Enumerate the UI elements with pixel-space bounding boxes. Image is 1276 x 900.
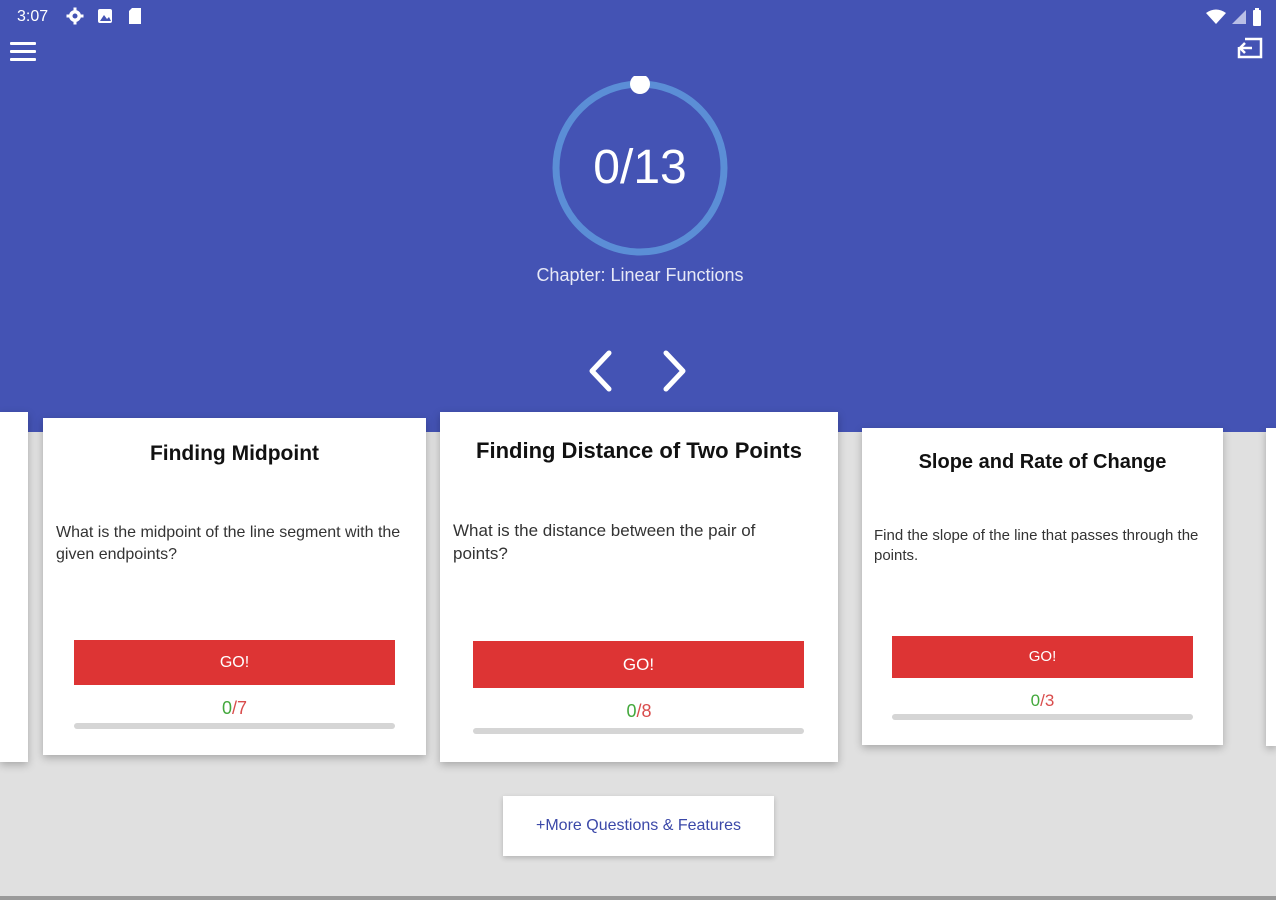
card-progress-bar xyxy=(473,728,804,734)
card-score: 0/3 xyxy=(862,691,1223,711)
card-title: Finding Distance of Two Points xyxy=(476,438,802,463)
card-title: Slope and Rate of Change xyxy=(918,451,1167,473)
score-total: 8 xyxy=(641,701,652,721)
lesson-card-distance: Finding Distance of Two Points What is t… xyxy=(440,412,838,762)
sd-card-icon xyxy=(126,7,144,25)
photo-notification-icon xyxy=(96,7,114,25)
go-button[interactable]: GO! xyxy=(892,636,1193,678)
partial-card-left[interactable] xyxy=(0,412,28,762)
chapter-title: Chapter: Linear Functions xyxy=(536,265,744,285)
score-done: 0 xyxy=(626,701,637,721)
progress-count: 0/13 xyxy=(593,141,687,194)
bottom-divider xyxy=(0,896,1276,900)
card-score: 0/7 xyxy=(43,698,426,719)
settings-icon xyxy=(66,7,84,25)
card-description: What is the distance between the pair of… xyxy=(453,521,756,563)
card-progress-bar xyxy=(74,723,395,729)
go-button[interactable]: GO! xyxy=(74,640,395,685)
status-time: 3:07 xyxy=(17,8,49,25)
card-score: 0/8 xyxy=(440,701,838,722)
battery-icon xyxy=(1252,8,1262,31)
wifi-icon xyxy=(1206,9,1226,30)
signal-icon xyxy=(1232,9,1246,30)
card-description: What is the midpoint of the line segment… xyxy=(56,524,401,563)
card-title: Finding Midpoint xyxy=(149,442,320,465)
card-description: Find the slope of the line that passes t… xyxy=(874,527,1199,565)
card-progress-bar xyxy=(892,714,1193,720)
partial-card-right[interactable] xyxy=(1266,428,1276,746)
score-total: 3 xyxy=(1044,691,1055,710)
go-button[interactable]: GO! xyxy=(473,641,804,688)
hamburger-menu-icon[interactable] xyxy=(10,42,36,64)
exit-icon[interactable] xyxy=(1236,36,1264,60)
score-total: 7 xyxy=(237,698,248,718)
score-done: 0 xyxy=(1030,691,1041,710)
lesson-card-midpoint: Finding Midpoint What is the midpoint of… xyxy=(43,418,426,755)
status-icons-left xyxy=(66,7,144,25)
chevron-left-icon[interactable] xyxy=(580,348,620,394)
score-done: 0 xyxy=(221,698,232,718)
progress-ring-handle xyxy=(630,76,650,94)
more-questions-button[interactable]: +More Questions & Features xyxy=(503,796,774,856)
lesson-card-slope: Slope and Rate of Change Find the slope … xyxy=(862,428,1223,745)
status-icons-right xyxy=(1206,8,1262,31)
chevron-right-icon[interactable] xyxy=(655,348,695,394)
status-bar: 3:07 xyxy=(0,0,1276,32)
